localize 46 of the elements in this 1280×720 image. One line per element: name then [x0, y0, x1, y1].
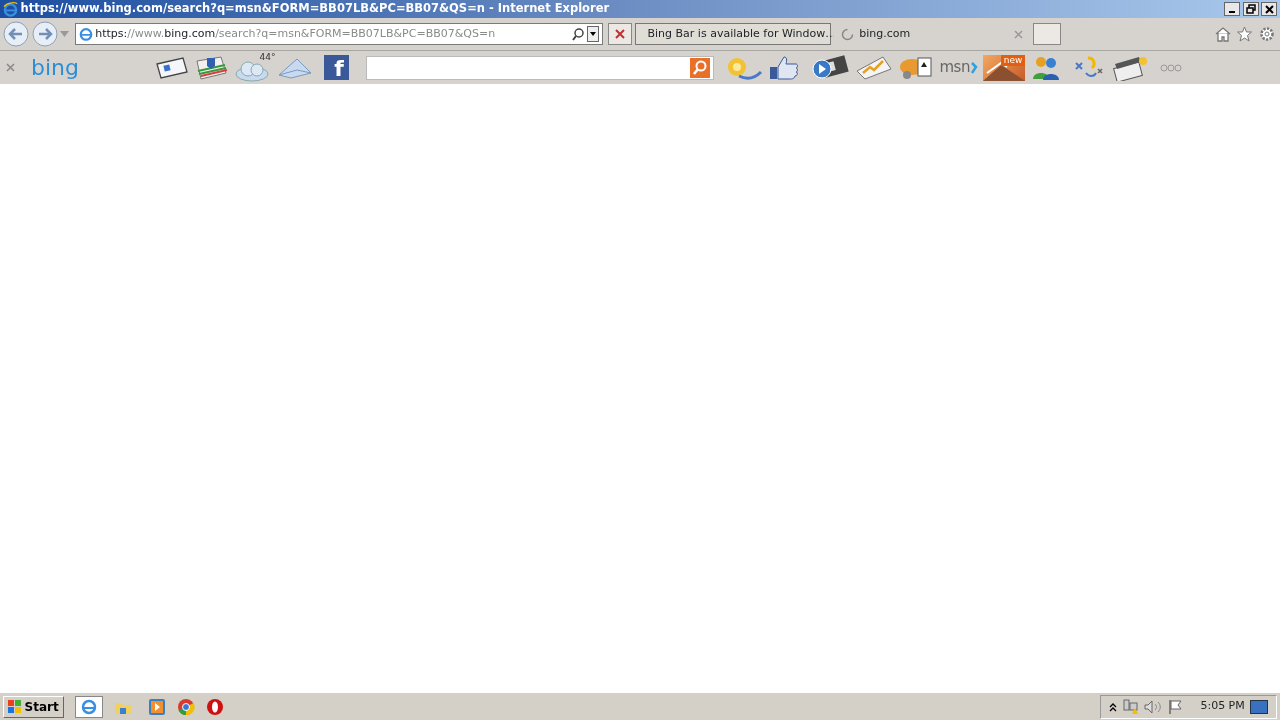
msn-logo[interactable]: msn	[939, 56, 978, 79]
speaker-icon[interactable]	[1144, 698, 1163, 715]
minimize-button[interactable]	[1223, 2, 1240, 16]
games-icon[interactable]	[898, 54, 934, 81]
back-button[interactable]	[2, 21, 29, 47]
star-icon[interactable]	[1236, 26, 1253, 42]
url-text: https://www.bing.com/search?q=msn&FORM=BB07LB&PC=BB07&QS=n	[95, 25, 497, 42]
window-title: https://www.bing.com/search?q=msn&FORM=BB07LB&PC=BB07&QS=n - Internet Explorer	[20, 0, 610, 18]
facebook-logo[interactable]: f	[324, 55, 349, 80]
chart-icon[interactable]	[854, 54, 893, 81]
browser-logo-icon	[2, 1, 18, 17]
thumbs-up-icon[interactable]	[768, 54, 800, 81]
restore-icon	[1245, 4, 1256, 14]
close-icon	[1264, 4, 1274, 14]
forward-button[interactable]	[31, 21, 58, 47]
page-icon	[78, 27, 93, 41]
new-tab-button[interactable]	[1032, 23, 1061, 45]
home-icon[interactable]	[1214, 26, 1231, 42]
media-player-icon[interactable]	[148, 697, 167, 716]
start-button[interactable]: Start	[2, 695, 64, 718]
show-desktop-icon[interactable]	[1250, 699, 1269, 714]
flag-icon[interactable]	[1167, 698, 1184, 715]
chevron-up-icon[interactable]	[1109, 701, 1118, 712]
dropdown-button[interactable]	[587, 26, 599, 42]
map-icon[interactable]	[194, 54, 228, 81]
clapperboard-icon[interactable]	[1111, 54, 1150, 81]
stop-icon	[615, 29, 626, 39]
loading-icon	[840, 27, 854, 41]
search-field[interactable]	[365, 55, 714, 80]
settings-icon[interactable]	[1258, 26, 1275, 42]
clock-text[interactable]: 5:05 PM	[1200, 698, 1245, 715]
restore-button[interactable]	[1242, 2, 1259, 16]
people-icon[interactable]	[1030, 54, 1061, 81]
opera-icon[interactable]	[206, 697, 225, 716]
search-button[interactable]	[689, 57, 710, 78]
search-icon[interactable]	[572, 27, 585, 41]
browser-icon[interactable]	[74, 695, 103, 718]
photo-icon[interactable]: new	[983, 54, 1026, 81]
address-field[interactable]: https://www.bing.com/search?q=msn&FORM=BB07LB&PC=BB07&QS=n	[74, 23, 603, 45]
close-button[interactable]	[1261, 2, 1278, 16]
news-icon[interactable]	[154, 55, 189, 80]
chrome-icon[interactable]	[177, 697, 196, 716]
close-icon[interactable]	[5, 63, 15, 72]
video-icon[interactable]	[811, 54, 849, 81]
stop-button[interactable]	[608, 23, 633, 45]
windows-logo-icon	[7, 700, 22, 713]
